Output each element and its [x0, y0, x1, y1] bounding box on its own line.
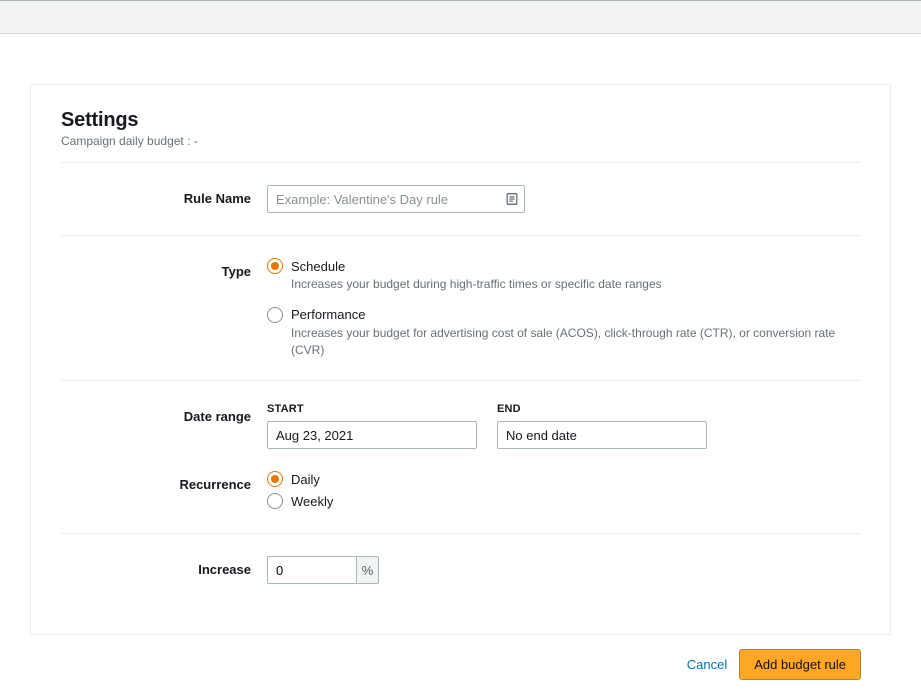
footer-actions: Cancel Add budget rule	[30, 635, 891, 686]
page-container: Settings Campaign daily budget : - Rule …	[0, 34, 921, 696]
recurrence-weekly-option[interactable]: Weekly	[267, 493, 840, 509]
radio-icon	[267, 471, 283, 487]
type-schedule-option[interactable]: Schedule	[267, 258, 840, 274]
radio-icon	[267, 493, 283, 509]
increase-input[interactable]	[267, 556, 357, 584]
end-date-block: END	[497, 403, 707, 449]
radio-icon	[267, 258, 283, 274]
type-option-label: Schedule	[291, 259, 345, 274]
increase-unit: %	[357, 556, 379, 584]
type-label: Type	[81, 258, 251, 358]
type-section: Type Schedule Increases your budget duri…	[61, 236, 860, 380]
add-budget-rule-button[interactable]: Add budget rule	[739, 649, 861, 680]
recurrence-option-label: Daily	[291, 472, 320, 487]
end-date-input[interactable]	[497, 421, 707, 449]
date-range-section: Date range START END	[61, 381, 860, 459]
rule-name-section: Rule Name	[61, 163, 860, 235]
start-date-block: START	[267, 403, 477, 449]
recurrence-section: Recurrence Daily Weekly	[61, 459, 860, 533]
rule-name-input[interactable]	[267, 185, 525, 213]
text-snippet-icon	[505, 192, 519, 206]
type-option-description: Increases your budget during high-traffi…	[291, 276, 840, 293]
type-option-label: Performance	[291, 307, 365, 322]
rule-name-label: Rule Name	[81, 185, 251, 213]
cancel-button[interactable]: Cancel	[687, 657, 727, 672]
recurrence-label: Recurrence	[81, 471, 251, 511]
settings-panel: Settings Campaign daily budget : - Rule …	[30, 84, 891, 635]
start-header: START	[267, 403, 477, 415]
panel-subtitle: Campaign daily budget : -	[61, 134, 860, 148]
recurrence-option-label: Weekly	[291, 494, 333, 509]
top-bar	[0, 0, 921, 34]
type-option-description: Increases your budget for advertising co…	[291, 325, 840, 359]
type-performance-option[interactable]: Performance	[267, 307, 840, 323]
increase-section: Increase %	[61, 534, 860, 606]
recurrence-daily-option[interactable]: Daily	[267, 471, 840, 487]
increase-label: Increase	[81, 556, 251, 584]
date-range-label: Date range	[81, 403, 251, 449]
end-header: END	[497, 403, 707, 415]
start-date-input[interactable]	[267, 421, 477, 449]
panel-title: Settings	[61, 109, 860, 132]
radio-icon	[267, 307, 283, 323]
